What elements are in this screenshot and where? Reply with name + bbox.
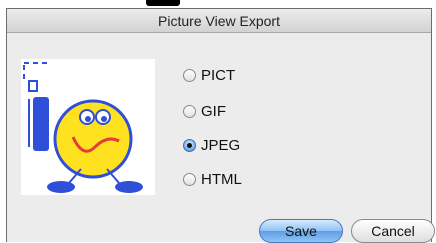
- radio-html[interactable]: [183, 172, 196, 186]
- format-option-html[interactable]: HTML: [183, 169, 242, 189]
- dialog-title: Picture View Export: [158, 13, 280, 29]
- character-illustration: [21, 59, 155, 195]
- save-button[interactable]: Save: [259, 219, 343, 243]
- radio-jpeg[interactable]: [183, 138, 196, 152]
- format-option-gif[interactable]: GIF: [183, 101, 226, 121]
- radio-pict[interactable]: [183, 68, 196, 82]
- top-edge-fragment: [146, 0, 180, 6]
- export-dialog: Picture View Export PICT GIF JPEG HTML S…: [6, 8, 435, 243]
- title-bar[interactable]: Picture View Export: [7, 9, 431, 33]
- format-label-pict: PICT: [201, 66, 236, 84]
- cancel-button[interactable]: Cancel: [351, 219, 435, 243]
- format-label-gif: GIF: [201, 102, 226, 120]
- radio-gif[interactable]: [183, 104, 196, 118]
- format-option-pict[interactable]: PICT: [183, 65, 235, 85]
- format-option-jpeg[interactable]: JPEG: [183, 135, 240, 155]
- picture-view-character-icon: [21, 59, 155, 195]
- format-label-html: HTML: [201, 170, 242, 188]
- format-label-jpeg: JPEG: [201, 136, 241, 154]
